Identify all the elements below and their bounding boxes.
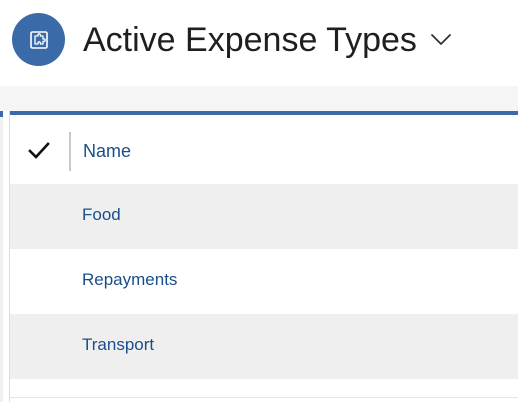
- row-link-name[interactable]: Repayments: [82, 269, 177, 291]
- header-grid-gutter: [0, 86, 518, 111]
- grid-bottom-border: [10, 397, 518, 398]
- table-row[interactable]: Food: [10, 184, 518, 249]
- data-grid: Name Food Repayments Transport: [0, 111, 518, 402]
- chevron-down-icon: [431, 34, 451, 45]
- view-selector-button[interactable]: [428, 27, 454, 53]
- table-row[interactable]: Transport: [10, 314, 518, 379]
- grid-header-row: Name: [10, 119, 518, 184]
- grid-left-rail-accent: [0, 111, 3, 117]
- row-link-name[interactable]: Food: [82, 204, 121, 226]
- checkmark-icon: [28, 142, 50, 159]
- entity-icon: [12, 13, 65, 66]
- page-header: Active Expense Types: [0, 0, 518, 86]
- column-separator[interactable]: [69, 132, 71, 171]
- page-title: Active Expense Types: [83, 21, 417, 59]
- grid-left-rail: [0, 111, 3, 402]
- puzzle-entity-icon: [29, 30, 48, 49]
- table-row[interactable]: Repayments: [10, 249, 518, 314]
- select-all-checkbox[interactable]: [26, 139, 52, 163]
- column-header-name[interactable]: Name: [83, 140, 131, 162]
- grid-accent-bar: [9, 111, 518, 115]
- row-link-name[interactable]: Transport: [82, 334, 154, 356]
